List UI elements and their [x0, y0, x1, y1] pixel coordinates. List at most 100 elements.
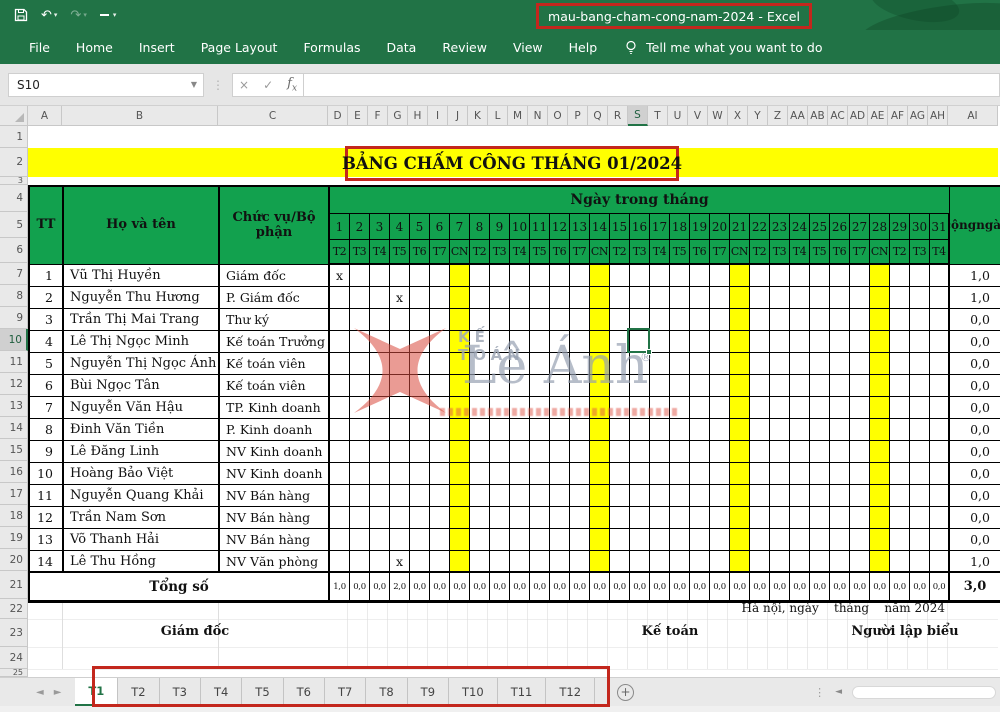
- cell-day-24[interactable]: [790, 529, 810, 551]
- cell-day-6[interactable]: [430, 265, 450, 287]
- totals-day-30[interactable]: 0,0: [910, 573, 930, 601]
- cell-day-20[interactable]: [710, 353, 730, 375]
- cell-day-1[interactable]: [330, 507, 350, 529]
- cell-day-2[interactable]: [350, 331, 370, 353]
- cell-day-12[interactable]: [550, 529, 570, 551]
- row-header-6[interactable]: 6: [0, 238, 28, 263]
- cell-day-10[interactable]: [510, 551, 530, 573]
- cell-name[interactable]: Nguyễn Quang Khải: [64, 485, 220, 507]
- cell-day-11[interactable]: [530, 397, 550, 419]
- cell-name[interactable]: Lê Thị Ngọc Minh: [64, 331, 220, 353]
- cell-day-3[interactable]: [370, 331, 390, 353]
- cell-day-24[interactable]: [790, 419, 810, 441]
- cell-day-21[interactable]: [730, 353, 750, 375]
- cell-day-20[interactable]: [710, 287, 730, 309]
- totals-day-15[interactable]: 0,0: [610, 573, 630, 601]
- cell-role[interactable]: Kế toán Trưởng: [220, 331, 330, 353]
- cell-tt[interactable]: 3: [30, 309, 64, 331]
- cell-total[interactable]: 0,0: [950, 485, 1000, 507]
- cell-day-29[interactable]: [890, 331, 910, 353]
- cell-role[interactable]: NV Kinh doanh: [220, 463, 330, 485]
- cell-day-30[interactable]: [910, 529, 930, 551]
- cell-day-25[interactable]: [810, 309, 830, 331]
- cell-day-9[interactable]: [490, 287, 510, 309]
- cell-day-11[interactable]: [530, 331, 550, 353]
- cell-day-13[interactable]: [570, 309, 590, 331]
- cell-day-5[interactable]: [410, 309, 430, 331]
- cell-day-7[interactable]: [450, 353, 470, 375]
- totals-day-10[interactable]: 0,0: [510, 573, 530, 601]
- cell-day-31[interactable]: [930, 265, 950, 287]
- cell-name[interactable]: Nguyễn Thị Ngọc Ánh: [64, 353, 220, 375]
- cell-day-5[interactable]: [410, 397, 430, 419]
- column-header-f[interactable]: F: [368, 106, 388, 126]
- cell-total[interactable]: 1,0: [950, 287, 1000, 309]
- cell-tt[interactable]: 1: [30, 265, 64, 287]
- cell-day-9[interactable]: [490, 529, 510, 551]
- fill-handle[interactable]: [646, 349, 652, 355]
- cancel-icon[interactable]: ×: [239, 78, 249, 92]
- cell-day-6[interactable]: [430, 287, 450, 309]
- cell-day-28[interactable]: [870, 529, 890, 551]
- cell-day-7[interactable]: [450, 419, 470, 441]
- cell-day-2[interactable]: [350, 551, 370, 573]
- cell-day-28[interactable]: [870, 485, 890, 507]
- cell-day-30[interactable]: [910, 441, 930, 463]
- cell-day-22[interactable]: [750, 529, 770, 551]
- cell-day-8[interactable]: [470, 375, 490, 397]
- cell-day-5[interactable]: [410, 375, 430, 397]
- cell-day-18[interactable]: [670, 441, 690, 463]
- cell-day-27[interactable]: [850, 397, 870, 419]
- cell-day-14[interactable]: [590, 529, 610, 551]
- cell-day-7[interactable]: [450, 331, 470, 353]
- cell-day-2[interactable]: [350, 353, 370, 375]
- cell-day-22[interactable]: [750, 331, 770, 353]
- cell-day-19[interactable]: [690, 287, 710, 309]
- cell-day-7[interactable]: [450, 287, 470, 309]
- cell-day-10[interactable]: [510, 441, 530, 463]
- cell-day-16[interactable]: [630, 529, 650, 551]
- column-header-x[interactable]: X: [728, 106, 748, 126]
- cell-day-28[interactable]: [870, 353, 890, 375]
- cell-tt[interactable]: 13: [30, 529, 64, 551]
- cell-day-31[interactable]: [930, 397, 950, 419]
- cell-day-18[interactable]: [670, 287, 690, 309]
- cell-day-30[interactable]: [910, 397, 930, 419]
- cell-day-13[interactable]: [570, 397, 590, 419]
- cell-day-22[interactable]: [750, 551, 770, 573]
- cell-day-14[interactable]: [590, 419, 610, 441]
- cell-day-13[interactable]: [570, 353, 590, 375]
- cell-day-9[interactable]: [490, 309, 510, 331]
- cell-day-15[interactable]: [610, 397, 630, 419]
- column-header-r[interactable]: R: [608, 106, 628, 126]
- cell-name[interactable]: Võ Thanh Hải: [64, 529, 220, 551]
- cell-day-12[interactable]: [550, 419, 570, 441]
- cell-day-5[interactable]: [410, 551, 430, 573]
- cell-day-11[interactable]: [530, 529, 550, 551]
- cell-day-26[interactable]: [830, 529, 850, 551]
- cell-day-2[interactable]: [350, 507, 370, 529]
- row-header-1[interactable]: 1: [0, 126, 28, 148]
- cell-day-24[interactable]: [790, 397, 810, 419]
- cell-day-4[interactable]: [390, 353, 410, 375]
- cell-day-29[interactable]: [890, 463, 910, 485]
- cell-day-1[interactable]: [330, 529, 350, 551]
- cell-day-1[interactable]: [330, 309, 350, 331]
- ribbon-tab-view[interactable]: View: [500, 31, 556, 64]
- cell-day-10[interactable]: [510, 529, 530, 551]
- cell-day-10[interactable]: [510, 287, 530, 309]
- cell-day-6[interactable]: [430, 485, 450, 507]
- column-header-k[interactable]: K: [468, 106, 488, 126]
- cell-day-9[interactable]: [490, 353, 510, 375]
- cell-day-21[interactable]: [730, 441, 750, 463]
- cell-day-20[interactable]: [710, 375, 730, 397]
- cell-day-8[interactable]: [470, 353, 490, 375]
- column-header-d[interactable]: D: [328, 106, 348, 126]
- cell-day-3[interactable]: [370, 441, 390, 463]
- column-header-ab[interactable]: AB: [808, 106, 828, 126]
- cell-day-30[interactable]: [910, 353, 930, 375]
- column-header-w[interactable]: W: [708, 106, 728, 126]
- cell-day-21[interactable]: [730, 265, 750, 287]
- cell-day-13[interactable]: [570, 331, 590, 353]
- cell-day-12[interactable]: [550, 265, 570, 287]
